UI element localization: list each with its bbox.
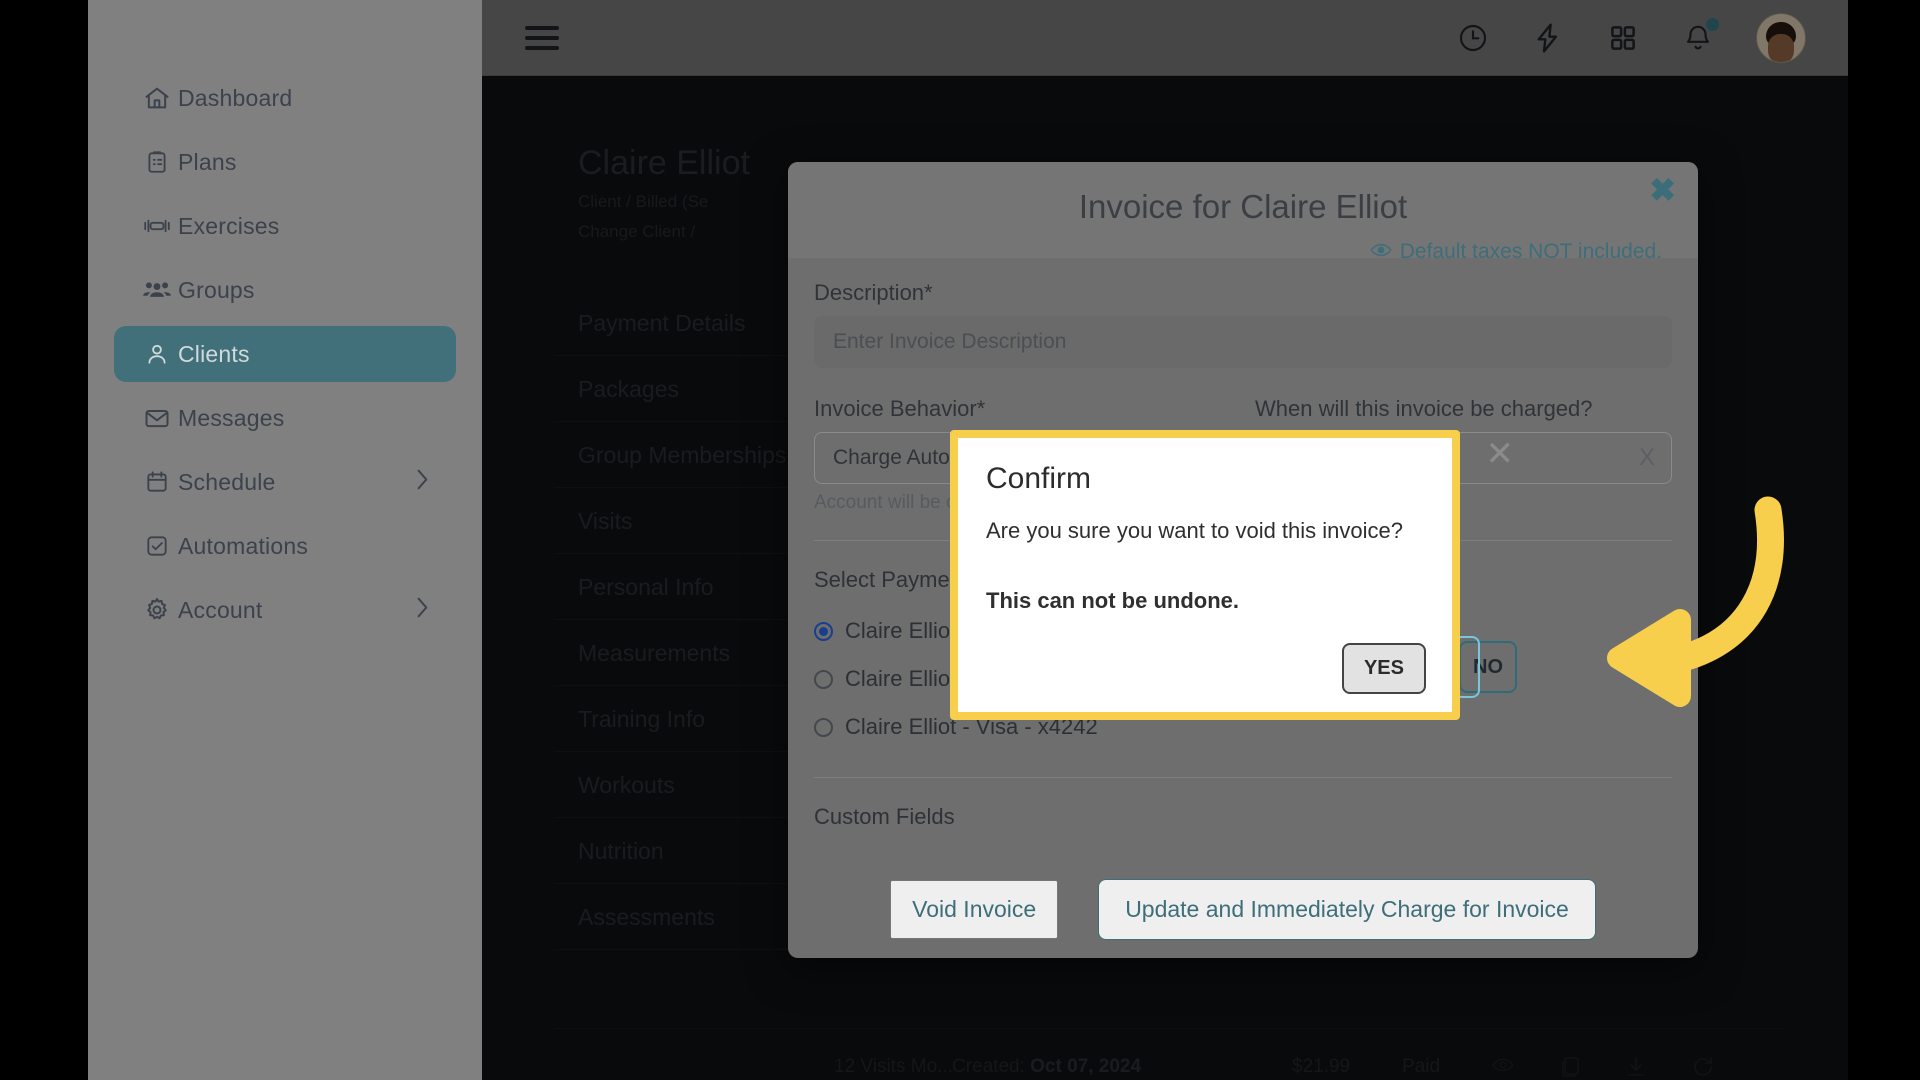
charge-when-label: When will this invoice be charged? [1255, 396, 1593, 421]
void-invoice-button[interactable]: Void Invoice [890, 880, 1059, 939]
confirm-dialog-title: Confirm [986, 462, 1092, 495]
divider [814, 777, 1672, 778]
confirm-dialog-warning: This can not be undone. [986, 588, 1239, 613]
default-taxes-text: Default taxes NOT included. [1399, 240, 1662, 263]
screen-root: Dashboard Plans Exercises Groups Clients… [0, 0, 1920, 1080]
sidebar-item-label: Plans [178, 148, 237, 175]
sidebar-item-label: Dashboard [178, 84, 293, 111]
sidebar-item-label: Account [178, 596, 263, 623]
description-placeholder: Enter Invoice Description [833, 330, 1067, 353]
confirm-dialog-buttons: YES [1341, 643, 1426, 694]
sidebar-item-label: Messages [178, 404, 285, 431]
invoice-behavior-label: Invoice Behavior* [814, 396, 986, 421]
eye-icon [1370, 240, 1392, 264]
dumbbell-icon [136, 211, 178, 241]
radio-button[interactable] [814, 717, 833, 737]
confirm-yes-button[interactable]: YES [1341, 643, 1426, 694]
sidebar-item-label: Groups [178, 276, 255, 303]
person-icon [136, 339, 178, 369]
update-and-charge-button[interactable]: Update and Immediately Charge for Invoic… [1098, 879, 1596, 940]
radio-button[interactable] [814, 669, 833, 689]
sidebar-item-groups[interactable]: Groups [114, 262, 456, 318]
sidebar-item-automations[interactable]: Automations [114, 518, 456, 574]
dialog-close-icon[interactable]: ✕ [1486, 434, 1515, 474]
confirm-dialog: Confirm Are you sure you want to void th… [958, 435, 1514, 712]
checkbox-icon [136, 531, 178, 561]
confirm-dialog-question: Are you sure you want to void this invoi… [986, 518, 1404, 543]
calendar-icon [136, 467, 178, 497]
sidebar-item-clients[interactable]: Clients [114, 326, 456, 382]
close-x-icon[interactable]: ✖ [1649, 174, 1676, 206]
sidebar-item-label: Clients [178, 340, 250, 367]
radio-button[interactable] [814, 621, 833, 641]
chevron-right-icon [416, 597, 430, 624]
confirm-dialog-highlight: Confirm Are you sure you want to void th… [950, 430, 1514, 720]
sidebar-item-plans[interactable]: Plans [114, 134, 456, 190]
sidebar-item-messages[interactable]: Messages [114, 390, 456, 446]
clipboard-icon [136, 147, 178, 177]
description-label: Description* [814, 280, 933, 305]
sidebar-item-label: Exercises [178, 212, 280, 239]
people-icon [136, 275, 178, 305]
custom-fields-label: Custom Fields [814, 804, 955, 829]
sidebar-item-account[interactable]: Account [114, 582, 456, 638]
sidebar-item-schedule[interactable]: Schedule [114, 454, 456, 510]
default-taxes-note: Default taxes NOT included. [1370, 240, 1662, 264]
sidebar-item-label: Automations [178, 532, 309, 559]
sidebar-item-label: Schedule [178, 468, 276, 495]
sidebar: Dashboard Plans Exercises Groups Clients… [88, 0, 482, 1080]
sidebar-item-dashboard[interactable]: Dashboard [114, 70, 456, 126]
invoice-modal-footer: Void Invoice Update and Immediately Char… [788, 879, 1698, 940]
gear-icon [136, 595, 178, 625]
chevron-right-icon [416, 469, 430, 496]
home-icon [136, 83, 178, 113]
clear-x-icon[interactable]: X [1639, 444, 1655, 472]
sidebar-nav-list: Dashboard Plans Exercises Groups Clients… [88, 62, 482, 646]
description-input[interactable]: Enter Invoice Description [814, 316, 1672, 368]
application-window: Dashboard Plans Exercises Groups Clients… [88, 0, 1848, 1080]
invoice-modal-title: Invoice for Claire Elliot [1078, 188, 1408, 225]
envelope-icon [136, 403, 178, 433]
sidebar-item-exercises[interactable]: Exercises [114, 198, 456, 254]
